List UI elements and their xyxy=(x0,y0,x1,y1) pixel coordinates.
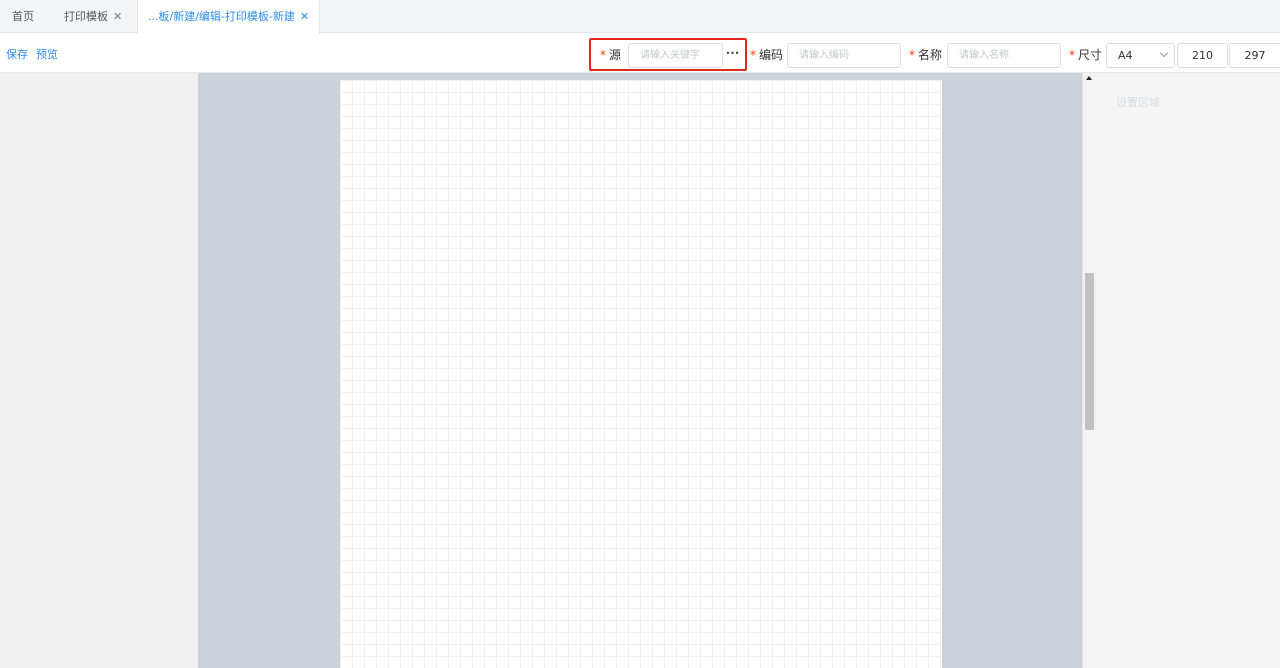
source-highlight-box xyxy=(589,38,747,71)
canvas-scrollbar[interactable] xyxy=(1082,73,1096,668)
size-select[interactable]: A4 xyxy=(1106,43,1175,68)
height-input[interactable]: 297 xyxy=(1229,43,1280,68)
component-panel xyxy=(0,73,198,668)
settings-panel: 设置区域 xyxy=(1096,73,1280,668)
settings-panel-title: 设置区域 xyxy=(1116,96,1160,109)
name-input[interactable]: 请输入名称 xyxy=(947,43,1061,68)
chevron-down-icon xyxy=(1159,48,1169,58)
tab-template-new-label: ...板/新建/编辑-打印模板-新建 xyxy=(148,10,295,23)
tab-home[interactable]: 首页 xyxy=(2,0,44,33)
close-icon[interactable]: ✕ xyxy=(300,10,309,23)
scrollbar-thumb[interactable] xyxy=(1085,273,1094,430)
tab-home-label: 首页 xyxy=(12,10,34,23)
code-label: * 编码 xyxy=(750,48,784,62)
required-mark: * xyxy=(1069,48,1075,62)
preview-button[interactable]: 预览 xyxy=(36,46,58,62)
scroll-up-icon[interactable] xyxy=(1086,76,1092,80)
close-icon[interactable]: ✕ xyxy=(113,10,122,23)
save-button[interactable]: 保存 xyxy=(6,46,28,62)
width-input[interactable]: 210 xyxy=(1177,43,1228,68)
name-label: * 名称 xyxy=(909,48,943,62)
required-mark: * xyxy=(750,48,756,62)
tab-print-template-label: 打印模板 xyxy=(64,10,108,23)
design-canvas xyxy=(198,73,1082,668)
size-label: * 尺寸 xyxy=(1069,48,1103,62)
tab-template-new[interactable]: ...板/新建/编辑-打印模板-新建 ✕ xyxy=(137,0,321,34)
required-mark: * xyxy=(909,48,915,62)
tab-bar: 首页 打印模板 ✕ ...板/新建/编辑-打印模板-新建 ✕ xyxy=(0,0,1280,34)
tab-print-template[interactable]: 打印模板 ✕ xyxy=(54,0,132,33)
paper-sheet[interactable] xyxy=(340,80,942,668)
code-input[interactable]: 请输入编码 xyxy=(787,43,901,68)
